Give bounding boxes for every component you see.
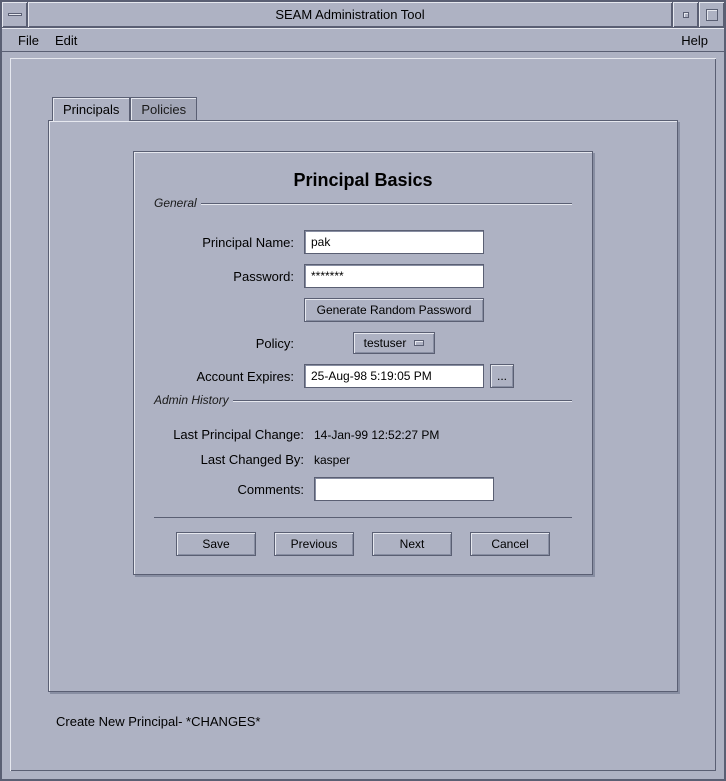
separator [154,517,572,518]
next-button[interactable]: Next [372,532,452,556]
principal-name-input[interactable] [304,230,484,254]
policy-label: Policy: [154,336,304,351]
status-line: Create New Principal- *CHANGES* [56,714,678,729]
policy-option-menu[interactable]: testuser [353,332,436,354]
save-button[interactable]: Save [176,532,256,556]
last-changed-by-value: kasper [314,453,350,467]
group-general-legend: General [150,196,201,210]
comments-label: Comments: [154,482,314,497]
tab-principals[interactable]: Principals [52,97,130,121]
principal-basics-card: Principal Basics General Principal Name:… [133,151,593,575]
date-picker-button[interactable]: ... [490,364,514,388]
workarea: Principals Policies Principal Basics Gen… [10,58,716,771]
tab-policies[interactable]: Policies [130,97,197,121]
last-change-value: 14-Jan-99 12:52:27 PM [314,428,439,442]
password-label: Password: [154,269,304,284]
cancel-button[interactable]: Cancel [470,532,550,556]
generate-password-button[interactable]: Generate Random Password [304,298,484,322]
tab-panel-principals: Principal Basics General Principal Name:… [48,120,678,692]
last-change-label: Last Principal Change: [154,427,314,442]
password-input[interactable] [304,264,484,288]
form-title: Principal Basics [154,170,572,191]
principal-name-label: Principal Name: [154,235,304,250]
menu-edit[interactable]: Edit [47,31,85,50]
menu-help[interactable]: Help [673,31,716,50]
minimize-button[interactable] [672,2,698,27]
menubar: File Edit Help [2,28,724,52]
group-general: General Principal Name: Password: Genera… [154,203,572,388]
account-expires-label: Account Expires: [154,369,304,384]
titlebar: SEAM Administration Tool [2,2,724,28]
menu-file[interactable]: File [10,31,47,50]
window-title: SEAM Administration Tool [28,2,672,27]
account-expires-input[interactable] [304,364,484,388]
last-changed-by-label: Last Changed By: [154,452,314,467]
maximize-button[interactable] [698,2,724,27]
system-menu-button[interactable] [2,2,28,27]
comments-input[interactable] [314,477,494,501]
tab-row: Principals Policies [52,96,678,120]
option-menu-icon [414,340,424,346]
policy-value: testuser [364,336,407,350]
previous-button[interactable]: Previous [274,532,354,556]
group-history-legend: Admin History [150,393,233,407]
app-window: SEAM Administration Tool File Edit Help … [0,0,726,781]
group-admin-history: Admin History Last Principal Change: 14-… [154,400,572,501]
action-buttons: Save Previous Next Cancel [154,532,572,556]
